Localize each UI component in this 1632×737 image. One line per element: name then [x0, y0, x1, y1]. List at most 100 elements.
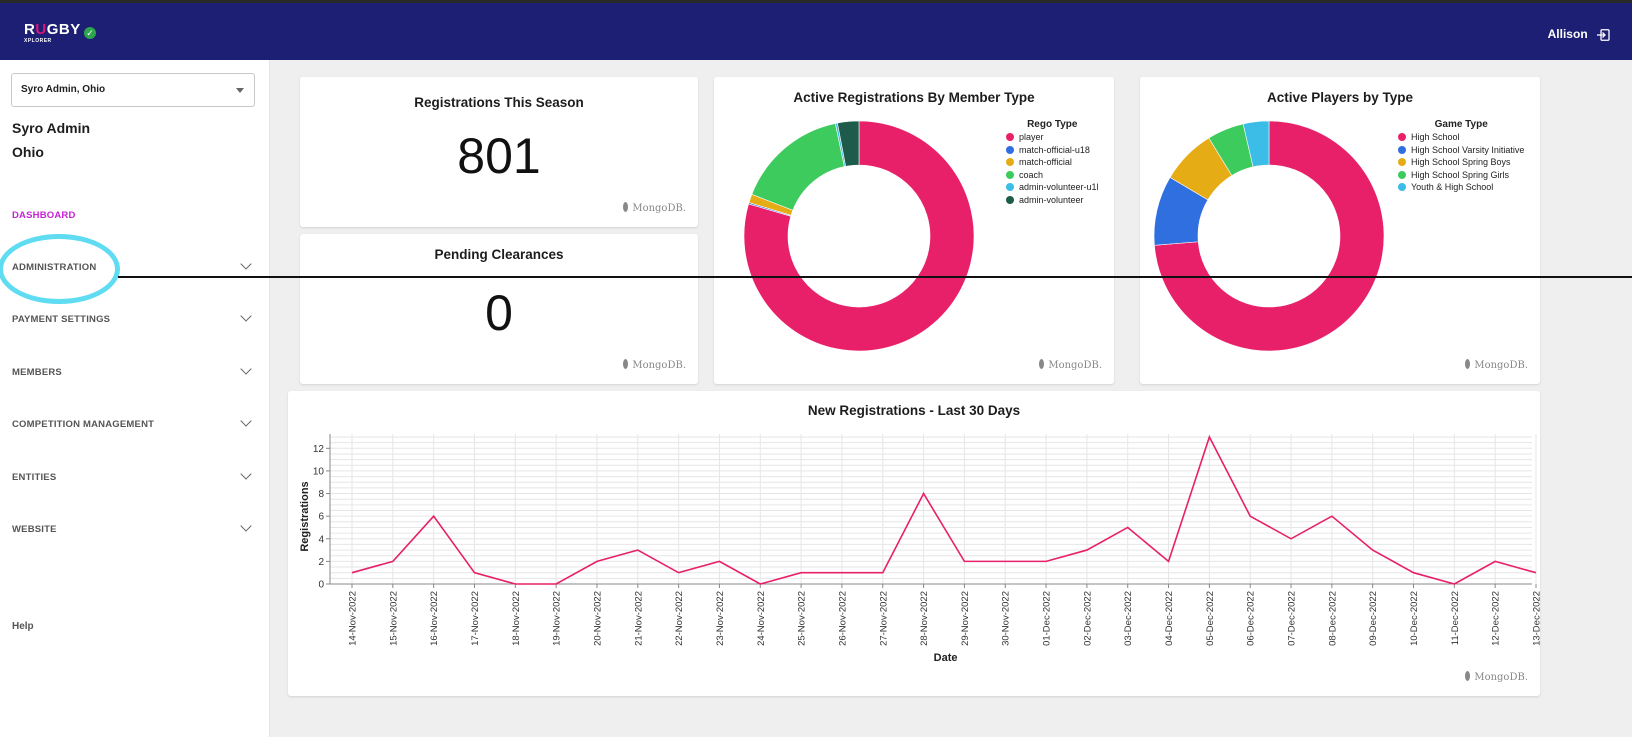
sidebar-item-competition-management[interactable]: COMPETITION MANAGEMENT [12, 415, 258, 430]
x-tick-label: 08-Dec-2022 [1327, 591, 1338, 646]
chevron-down-icon [240, 468, 252, 480]
data-point[interactable] [349, 570, 355, 576]
legend-item[interactable]: High School Varsity Initiative [1398, 144, 1524, 157]
logout-icon[interactable] [1597, 28, 1610, 41]
logo-wordmark: RUGBY [24, 21, 81, 38]
x-tick-label: 30-Nov-2022 [1001, 591, 1012, 646]
data-point[interactable] [635, 547, 641, 553]
legend-label: match-official [1019, 157, 1072, 167]
legend-item[interactable]: High School Spring Boys [1398, 156, 1524, 169]
legend-item[interactable]: admin-volunteer [1006, 194, 1099, 207]
players-type-card: Active Players by Type Game Type High Sch… [1140, 77, 1540, 384]
data-point[interactable] [921, 491, 927, 497]
legend-swatch [1398, 183, 1406, 191]
legend-label: High School Varsity Initiative [1411, 144, 1525, 155]
x-tick-label: 20-Nov-2022 [592, 591, 603, 646]
players-type-donut-chart [1153, 120, 1385, 352]
data-point[interactable] [1206, 434, 1212, 440]
user-menu[interactable]: Allison [1548, 27, 1610, 41]
legend-swatch [1006, 158, 1014, 166]
legend-swatch [1006, 133, 1014, 141]
data-point[interactable] [1247, 513, 1253, 519]
x-tick-label: 24-Nov-2022 [756, 591, 767, 646]
data-point[interactable] [1329, 513, 1335, 519]
data-point[interactable] [1411, 570, 1417, 576]
data-point[interactable] [798, 570, 804, 576]
y-tick-label: 8 [318, 489, 324, 500]
x-tick-label: 12-Dec-2022 [1491, 591, 1502, 646]
card-title: Active Registrations By Member Type [793, 90, 1035, 105]
mongodb-badge: MongoDB. [1465, 671, 1528, 683]
data-point[interactable] [1043, 558, 1049, 564]
legend-item[interactable]: admin-volunteer-u1l [1006, 181, 1099, 194]
horizontal-line-annotation [118, 276, 1632, 278]
sidebar-item-members[interactable]: MEMBERS [12, 363, 258, 378]
mongodb-leaf-icon [623, 359, 629, 369]
data-point[interactable] [1125, 524, 1131, 530]
x-tick-label: 06-Dec-2022 [1246, 591, 1257, 646]
sidebar-item-dashboard[interactable]: DASHBOARD [12, 210, 258, 221]
data-point[interactable] [1288, 536, 1294, 542]
legend-item[interactable]: match-official [1006, 156, 1099, 169]
sidebar-item-payment-settings[interactable]: PAYMENT SETTINGS [12, 310, 258, 325]
sidebar-item-entities[interactable]: ENTITIES [12, 468, 258, 483]
mongodb-leaf-icon [1039, 359, 1045, 369]
organisation-select[interactable]: Syro Admin, Ohio [11, 73, 255, 107]
x-tick-label: 28-Nov-2022 [919, 591, 930, 646]
data-point[interactable] [1002, 558, 1008, 564]
data-point[interactable] [1492, 558, 1498, 564]
help-link[interactable]: Help [12, 621, 34, 632]
data-point[interactable] [676, 570, 682, 576]
data-point[interactable] [1533, 570, 1539, 576]
x-tick-label: 03-Dec-2022 [1123, 591, 1134, 646]
legend-swatch [1006, 170, 1014, 179]
legend-label: High School Spring Boys [1411, 157, 1511, 167]
y-tick-label: 2 [318, 557, 324, 568]
data-point[interactable] [512, 581, 518, 587]
legend-item[interactable]: coach [1006, 169, 1099, 182]
data-point[interactable] [1166, 558, 1172, 564]
data-point[interactable] [961, 558, 967, 564]
legend-item[interactable]: Youth & High School [1398, 181, 1524, 194]
data-point[interactable] [390, 558, 396, 564]
legend-label: High School [1411, 132, 1460, 142]
org-name-line2: Ohio [12, 144, 44, 160]
y-tick-label: 10 [313, 466, 325, 477]
chevron-down-icon [240, 363, 252, 375]
data-point[interactable] [716, 558, 722, 564]
rugby-xplorer-logo[interactable]: RUGBY XPLORER ✓ [24, 21, 96, 44]
y-tick-label: 12 [313, 444, 325, 455]
legend-item[interactable]: player [1006, 131, 1099, 144]
x-tick-label: 13-Dec-2022 [1532, 591, 1541, 646]
data-point[interactable] [757, 581, 763, 587]
mongodb-leaf-icon [1465, 671, 1471, 681]
legend-title: Game Type [1434, 119, 1488, 130]
registrations-card: Registrations This Season 801 MongoDB. [300, 77, 698, 227]
x-tick-label: 09-Dec-2022 [1368, 591, 1379, 646]
sidebar-item-website[interactable]: WEBSITE [12, 520, 258, 535]
data-point[interactable] [839, 570, 845, 576]
legend-item[interactable]: High School [1398, 131, 1524, 144]
legend-item[interactable]: High School Spring Girls [1398, 169, 1524, 182]
data-point[interactable] [1084, 547, 1090, 553]
top-bar: RUGBY XPLORER ✓ Allison [0, 0, 1632, 60]
data-point[interactable] [880, 570, 886, 576]
legend-item[interactable]: match-official-u18 [1006, 144, 1099, 157]
mongodb-badge: MongoDB. [1039, 359, 1102, 371]
data-point[interactable] [1451, 581, 1457, 587]
data-point[interactable] [553, 581, 559, 587]
data-point[interactable] [594, 558, 600, 564]
sidebar-item-label: DASHBOARD [12, 210, 76, 221]
donut-slice-coach[interactable] [751, 123, 845, 211]
legend-swatch [1398, 133, 1406, 141]
clearances-count: 0 [485, 285, 513, 341]
chevron-down-icon [240, 310, 252, 322]
x-tick-label: 25-Nov-2022 [797, 591, 808, 646]
data-point[interactable] [471, 570, 477, 576]
data-point[interactable] [1370, 547, 1376, 553]
x-axis-label: Date [934, 652, 958, 664]
data-point[interactable] [431, 513, 437, 519]
logo-subtitle: XPLORER [24, 38, 52, 44]
member-type-donut-chart [743, 120, 975, 352]
card-title: Active Players by Type [1266, 90, 1414, 105]
